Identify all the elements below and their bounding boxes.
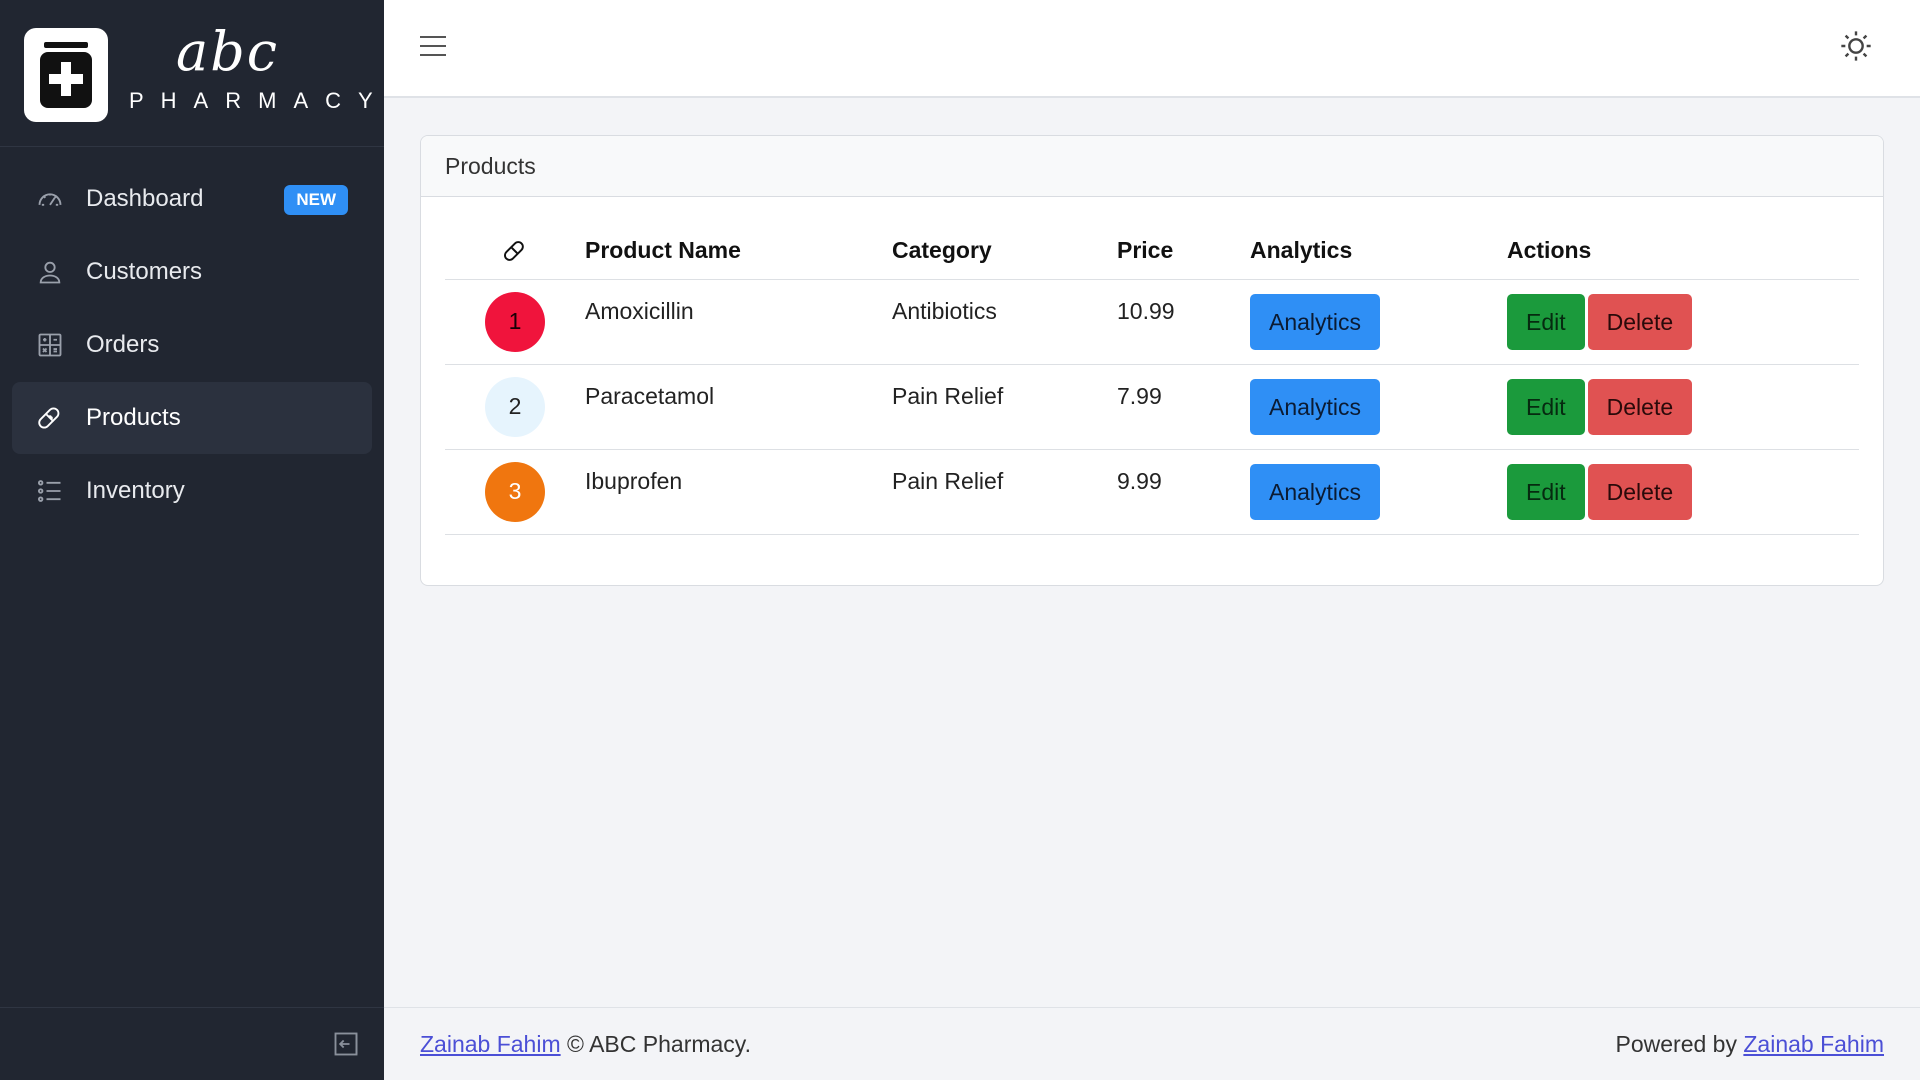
calculator-icon (36, 331, 64, 359)
product-name-cell: Amoxicillin (585, 279, 892, 365)
brand[interactable]: abc PHARMACY (0, 0, 384, 147)
card-title: Products (421, 136, 1883, 197)
column-header-product-name: Product Name (585, 222, 892, 280)
speedometer-icon (36, 185, 64, 213)
products-table: Product Name Category Price Analytics Ac… (445, 222, 1859, 535)
footer-left: Zainab Fahim © ABC Pharmacy. (420, 1031, 751, 1058)
sidebar-item-label: Orders (86, 331, 160, 358)
sidebar-item-label: Inventory (86, 477, 185, 504)
price-cell: 10.99 (1117, 279, 1250, 365)
bandage-icon (504, 241, 524, 262)
price-cell: 7.99 (1117, 364, 1250, 450)
powered-by-link[interactable]: Zainab Fahim (1743, 1031, 1884, 1057)
price-cell: 9.99 (1117, 449, 1250, 535)
hamburger-icon[interactable] (420, 36, 446, 58)
bandage-icon (36, 404, 64, 432)
brand-script: abc (176, 20, 280, 83)
column-header-icon (445, 222, 585, 280)
sidebar-item-orders[interactable]: Orders (12, 309, 372, 381)
column-header-actions: Actions (1507, 222, 1859, 280)
sidebar-footer (0, 1007, 384, 1080)
product-name-cell: Ibuprofen (585, 449, 892, 535)
row-index-badge: 1 (485, 291, 545, 352)
column-header-analytics: Analytics (1250, 222, 1507, 280)
sidebar-nav: Dashboard NEW Customers Orders Products (0, 147, 384, 527)
analytics-button[interactable]: Analytics (1250, 293, 1381, 350)
list-icon (36, 477, 64, 505)
table-header-row: Product Name Category Price Analytics Ac… (445, 222, 1859, 280)
page-footer: Zainab Fahim © ABC Pharmacy. Powered by … (384, 1007, 1920, 1080)
analytics-button[interactable]: Analytics (1250, 463, 1381, 520)
sidebar: abc PHARMACY Dashboard NEW Customers Ord… (0, 0, 384, 1080)
collapse-sidebar-icon[interactable] (332, 1030, 360, 1058)
column-header-category: Category (892, 222, 1117, 280)
category-cell: Pain Relief (892, 364, 1117, 450)
sidebar-item-products[interactable]: Products (12, 382, 372, 454)
sidebar-item-customers[interactable]: Customers (12, 236, 372, 308)
copyright-text: © ABC Pharmacy. (560, 1030, 751, 1057)
analytics-button[interactable]: Analytics (1250, 378, 1381, 435)
table-row: 1 Amoxicillin Antibiotics 10.99 Analytic… (445, 279, 1859, 365)
pharmacy-logo-icon (24, 28, 108, 122)
footer-right: Powered by Zainab Fahim (1616, 1031, 1884, 1058)
category-cell: Antibiotics (892, 279, 1117, 365)
row-index-badge: 2 (485, 376, 545, 437)
delete-button[interactable]: Delete (1587, 293, 1693, 350)
column-header-price: Price (1117, 222, 1250, 280)
sidebar-item-label: Products (86, 404, 181, 431)
powered-by-text: Powered by (1615, 1030, 1744, 1057)
sidebar-item-dashboard[interactable]: Dashboard NEW (12, 163, 372, 235)
delete-button[interactable]: Delete (1587, 378, 1693, 435)
top-header (384, 0, 1920, 98)
sidebar-item-label: Dashboard (86, 185, 204, 212)
edit-button[interactable]: Edit (1507, 463, 1585, 520)
delete-button[interactable]: Delete (1587, 463, 1693, 520)
table-row: 2 Paracetamol Pain Relief 7.99 Analytics… (445, 364, 1859, 450)
row-index-badge: 3 (485, 461, 545, 522)
product-name-cell: Paracetamol (585, 364, 892, 450)
new-badge: NEW (284, 185, 348, 215)
edit-button[interactable]: Edit (1507, 293, 1585, 350)
sun-icon[interactable] (1840, 30, 1872, 62)
author-link[interactable]: Zainab Fahim (420, 1031, 561, 1057)
sidebar-item-inventory[interactable]: Inventory (12, 455, 372, 527)
category-cell: Pain Relief (892, 449, 1117, 535)
edit-button[interactable]: Edit (1507, 378, 1585, 435)
brand-name: PHARMACY (129, 88, 390, 113)
user-icon (36, 258, 64, 286)
sidebar-item-label: Customers (86, 258, 203, 285)
products-card: Products Product Name Category Price Ana… (420, 135, 1884, 586)
table-row: 3 Ibuprofen Pain Relief 9.99 Analytics E… (445, 449, 1859, 535)
